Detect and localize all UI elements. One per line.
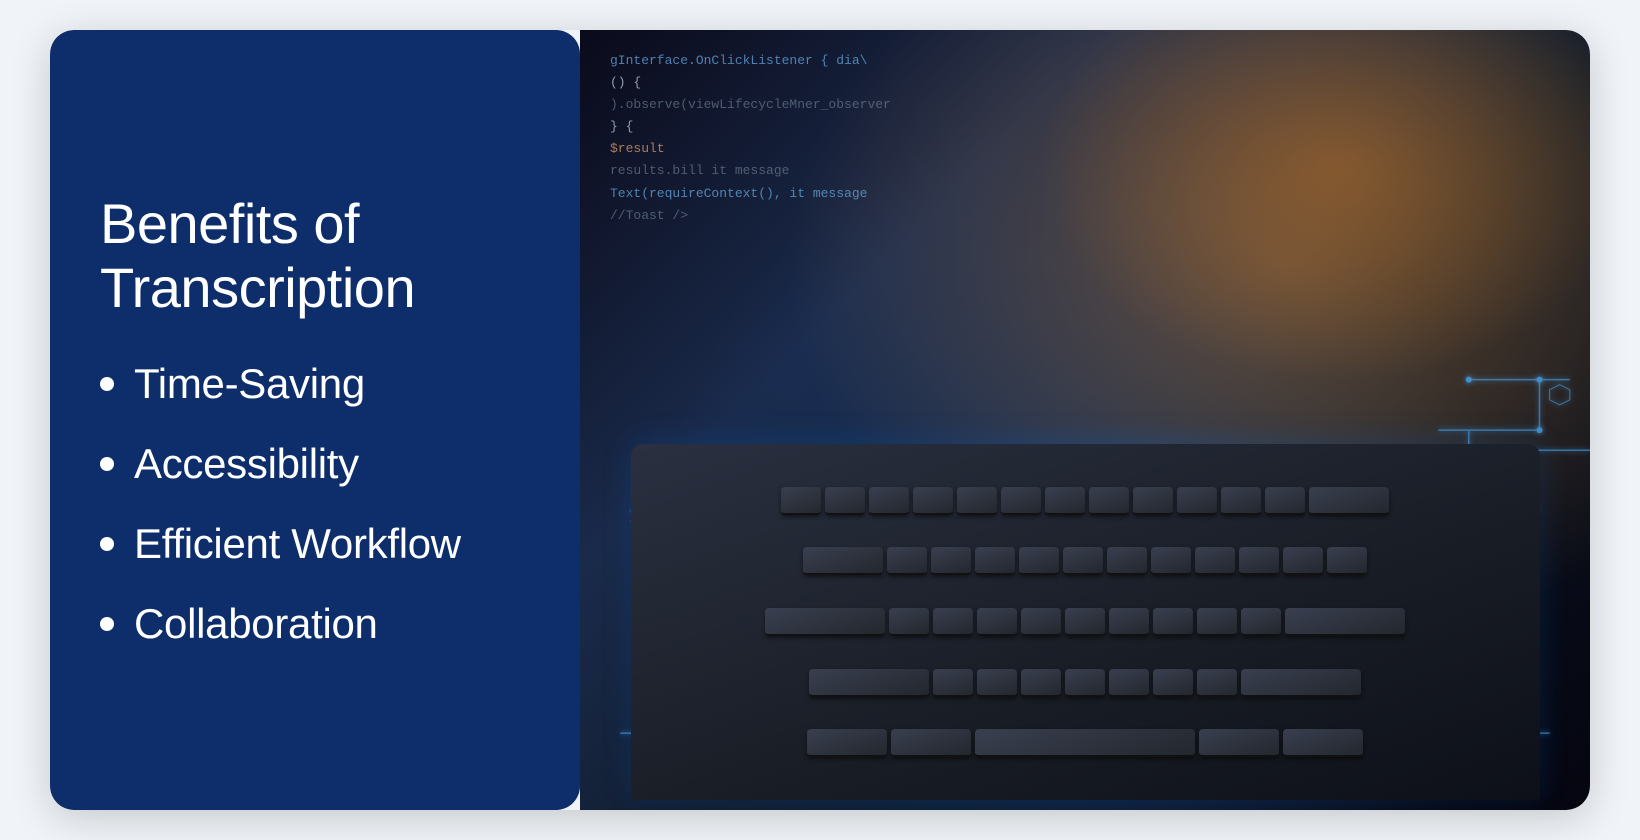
key: [1177, 487, 1217, 515]
bullet-dot-icon: [100, 377, 114, 391]
key: [1063, 547, 1103, 575]
key: [977, 669, 1017, 697]
key: [1221, 487, 1261, 515]
key: [1241, 608, 1281, 636]
list-item-label: Collaboration: [134, 600, 378, 648]
spacebar: [975, 729, 1195, 757]
key: [765, 608, 885, 636]
key-row-3: [646, 608, 1525, 636]
title-line1: Benefits of: [100, 192, 359, 255]
keyboard-body: [631, 444, 1540, 800]
key-row-1: [646, 487, 1525, 515]
keyboard-simulation: [580, 381, 1590, 810]
key: [1019, 547, 1059, 575]
bullet-dot-icon: [100, 537, 114, 551]
key: [1283, 547, 1323, 575]
key: [1065, 608, 1105, 636]
title-line2: Transcription: [100, 256, 415, 319]
key: [957, 487, 997, 515]
key: [887, 547, 927, 575]
list-item-collaboration: Collaboration: [100, 600, 530, 648]
key: [913, 487, 953, 515]
tech-image-bg: gInterface.OnClickListener { dia\ () { )…: [580, 30, 1590, 810]
key: [1285, 608, 1405, 636]
key: [1021, 608, 1061, 636]
key: [1001, 487, 1041, 515]
key: [809, 669, 929, 697]
key: [1133, 487, 1173, 515]
key: [1239, 547, 1279, 575]
key: [1153, 608, 1193, 636]
key: [1065, 669, 1105, 697]
key: [977, 608, 1017, 636]
key: [1195, 547, 1235, 575]
main-container: Benefits of Transcription Time-Saving Ac…: [50, 30, 1590, 810]
list-item-label: Efficient Workflow: [134, 520, 461, 568]
key-row-4: [646, 669, 1525, 697]
key: [807, 729, 887, 757]
key: [1109, 608, 1149, 636]
key: [1021, 669, 1061, 697]
left-panel: Benefits of Transcription Time-Saving Ac…: [50, 30, 580, 810]
key: [1109, 669, 1149, 697]
key: [869, 487, 909, 515]
key: [889, 608, 929, 636]
key-row-2: [646, 547, 1525, 575]
bullet-dot-icon: [100, 617, 114, 631]
key: [1265, 487, 1305, 515]
key: [1151, 547, 1191, 575]
right-panel: gInterface.OnClickListener { dia\ () { )…: [580, 30, 1590, 810]
key: [781, 487, 821, 515]
list-item-efficient-workflow: Efficient Workflow: [100, 520, 530, 568]
key: [1153, 669, 1193, 697]
key: [803, 547, 883, 575]
key: [1309, 487, 1389, 515]
key: [975, 547, 1015, 575]
key: [1283, 729, 1363, 757]
bullet-dot-icon: [100, 457, 114, 471]
key: [891, 729, 971, 757]
key: [825, 487, 865, 515]
key: [933, 669, 973, 697]
key: [1327, 547, 1367, 575]
key: [1089, 487, 1129, 515]
key-row-5: [646, 729, 1525, 757]
key: [1197, 669, 1237, 697]
list-item-accessibility: Accessibility: [100, 440, 530, 488]
key: [933, 608, 973, 636]
benefits-list: Time-Saving Accessibility Efficient Work…: [100, 360, 530, 648]
key: [1107, 547, 1147, 575]
key: [931, 547, 971, 575]
key: [1197, 608, 1237, 636]
main-title: Benefits of Transcription: [100, 192, 530, 321]
key: [1241, 669, 1361, 697]
list-item-label: Accessibility: [134, 440, 359, 488]
list-item-time-saving: Time-Saving: [100, 360, 530, 408]
key: [1045, 487, 1085, 515]
list-item-label: Time-Saving: [134, 360, 365, 408]
key: [1199, 729, 1279, 757]
